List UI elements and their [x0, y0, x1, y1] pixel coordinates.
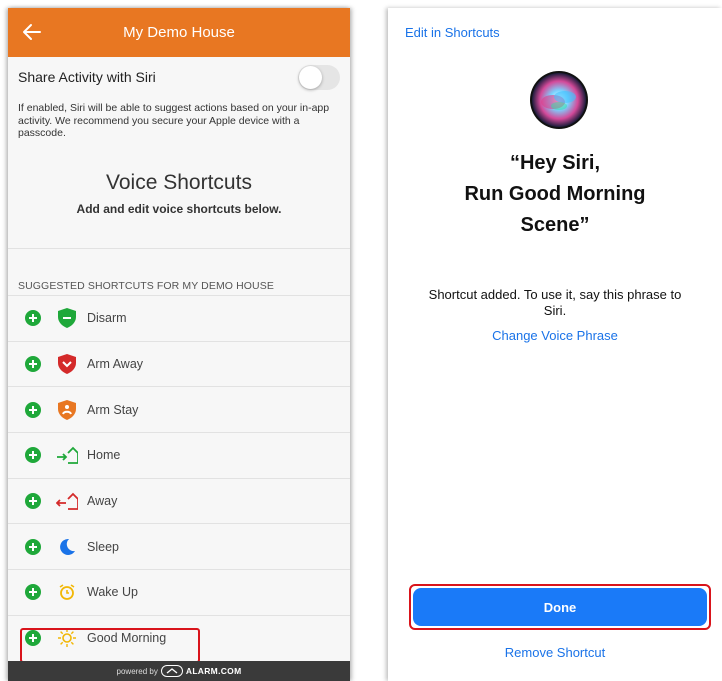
share-activity-toggle[interactable]: [298, 65, 340, 90]
shield-stay-icon: [56, 399, 78, 421]
phrase-line-3: Scene”: [520, 214, 590, 236]
alarm-clock-icon: [56, 581, 78, 603]
voice-shortcuts-subtitle: Add and edit voice shortcuts below.: [76, 202, 282, 216]
change-voice-phrase-link[interactable]: Change Voice Phrase: [388, 328, 722, 343]
powered-by-text: powered by: [116, 666, 158, 676]
alarm-brand-text: ALARM.COM: [185, 666, 242, 676]
add-icon[interactable]: [25, 401, 41, 418]
header-bar: My Demo House: [8, 8, 350, 57]
add-icon[interactable]: [25, 447, 41, 464]
home-arrive-icon: [56, 444, 78, 466]
shield-away-icon: [56, 353, 78, 375]
moon-icon: [56, 536, 78, 558]
add-icon[interactable]: [25, 538, 41, 555]
page-title: My Demo House: [123, 24, 235, 41]
shortcut-label: Wake Up: [87, 585, 138, 600]
shortcut-label: Away: [87, 494, 118, 509]
shortcut-label: Home: [87, 448, 121, 463]
back-arrow-icon[interactable]: [20, 20, 44, 44]
add-icon[interactable]: [25, 493, 41, 510]
share-activity-description: If enabled, Siri will be able to suggest…: [18, 102, 330, 139]
shortcut-item-away[interactable]: Away: [8, 477, 350, 524]
shortcut-label: Sleep: [87, 539, 119, 554]
add-icon[interactable]: [25, 584, 41, 601]
voice-phrase: “Hey Siri, Run Good Morning Scene”: [388, 148, 722, 241]
left-phone-screen: My Demo House Share Activity with Siri I…: [8, 8, 350, 681]
shield-check-icon: [56, 307, 78, 329]
shortcut-label: Arm Stay: [87, 402, 139, 417]
powered-by-footer: powered by ALARM.COM: [8, 661, 350, 681]
share-activity-row: Share Activity with Siri: [8, 57, 350, 97]
add-icon[interactable]: [25, 356, 41, 373]
shortcut-label: Arm Away: [87, 357, 144, 372]
share-activity-label: Share Activity with Siri: [18, 69, 156, 85]
home-leave-icon: [56, 490, 78, 512]
highlight-good-morning: [20, 628, 200, 663]
shortcut-item-home[interactable]: Home: [8, 432, 350, 478]
phrase-line-2: Run Good Morning: [464, 183, 646, 205]
alarm-logo-icon: [160, 665, 183, 677]
shortcut-item-arm-stay[interactable]: Arm Stay: [8, 386, 350, 432]
shortcut-list: Disarm Arm Away Arm Stay Home Away Sleep…: [8, 295, 350, 661]
highlight-done: [409, 584, 711, 630]
shortcut-item-wake-up[interactable]: Wake Up: [8, 569, 350, 615]
voice-shortcuts-title: Voice Shortcuts: [106, 171, 252, 194]
section-label: SUGGESTED SHORTCUTS FOR MY DEMO HOUSE: [18, 280, 274, 292]
shortcut-added-message: Shortcut added. To use it, say this phra…: [428, 287, 682, 318]
divider: [8, 248, 350, 249]
add-icon[interactable]: [25, 310, 41, 327]
right-phone-screen: Edit in Shortcuts “Hey Siri, Run Good Mo…: [388, 8, 722, 681]
shortcut-item-sleep[interactable]: Sleep: [8, 523, 350, 569]
phrase-line-1: “Hey Siri,: [509, 152, 601, 174]
edit-in-shortcuts-link[interactable]: Edit in Shortcuts: [405, 25, 500, 40]
remove-shortcut-link[interactable]: Remove Shortcut: [388, 645, 722, 660]
shortcut-item-arm-away[interactable]: Arm Away: [8, 340, 350, 387]
shortcut-item-disarm[interactable]: Disarm: [8, 295, 350, 341]
shortcut-label: Disarm: [87, 311, 127, 326]
siri-icon: [530, 71, 588, 129]
